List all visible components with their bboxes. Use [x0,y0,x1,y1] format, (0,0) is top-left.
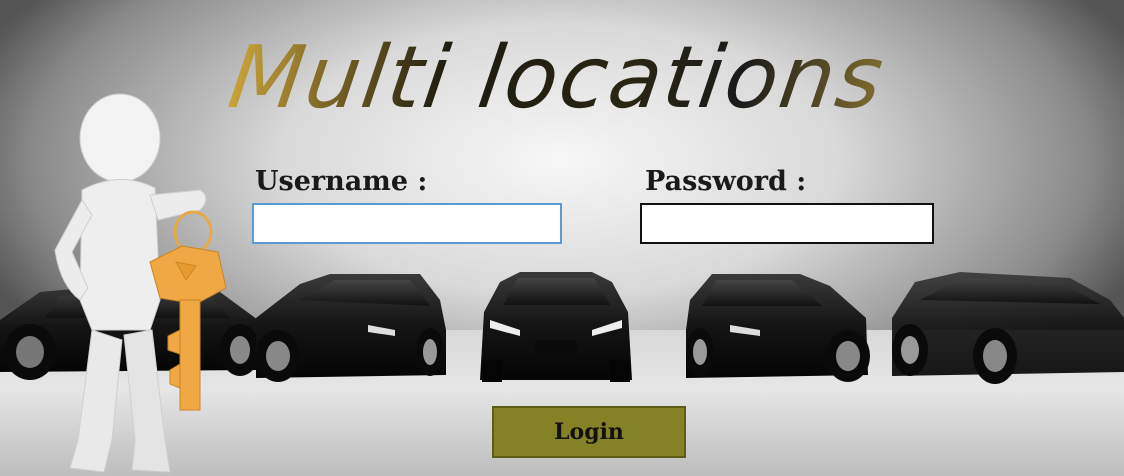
person-holding-key-icon [54,93,227,473]
username-field[interactable] [252,203,562,244]
car-3 [480,272,632,382]
password-label: Password : [645,166,807,197]
page-title: Multi locations [222,18,969,138]
password-field[interactable] [640,203,934,244]
username-label: Username : [255,166,428,197]
login-button[interactable]: Login [492,406,686,458]
car-5 [892,272,1124,384]
car-2 [256,274,446,382]
car-4 [686,274,870,382]
